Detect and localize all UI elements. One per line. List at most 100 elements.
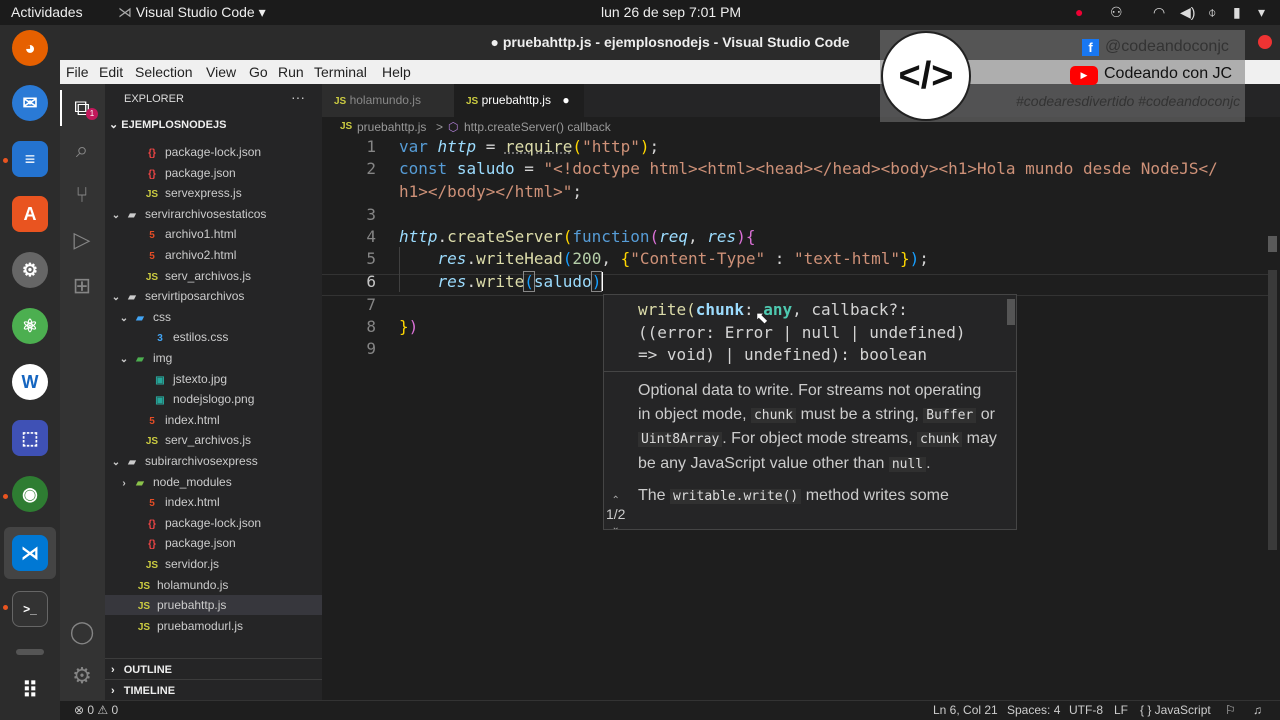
file-icon: ▣ — [155, 374, 165, 386]
popup-scrollbar[interactable] — [1007, 299, 1015, 325]
tree-item[interactable]: {} package-lock.json — [105, 142, 322, 162]
atom-icon[interactable]: ⚛ — [12, 308, 48, 344]
menu-file[interactable]: File — [66, 64, 89, 80]
tree-item[interactable]: ▣ jstexto.jpg — [105, 369, 322, 389]
tree-item-label: servidor.js — [165, 557, 220, 571]
screenshot-icon[interactable]: ⬚ — [12, 420, 48, 456]
encoding[interactable]: UTF-8 — [1069, 701, 1103, 720]
record-icon[interactable]: ● — [1075, 4, 1083, 20]
tree-item[interactable]: {} package-lock.json — [105, 513, 322, 533]
tree-item[interactable]: 5 archivo1.html — [105, 224, 322, 244]
menu-help[interactable]: Help — [382, 64, 411, 80]
window-close-icon[interactable] — [1258, 35, 1272, 49]
chevron-down-icon[interactable]: ⌄ — [606, 522, 625, 529]
terminal-icon[interactable]: >_ — [12, 591, 48, 627]
tree-item[interactable]: ▣ nodejslogo.png — [105, 389, 322, 409]
outline-section[interactable]: › OUTLINE — [105, 658, 322, 680]
problems-indicator[interactable]: ⊗ 0 ⚠ 0 — [74, 701, 118, 720]
tree-item[interactable]: JS holamundo.js — [105, 575, 322, 595]
manage-gear-icon[interactable]: ⚙ — [68, 662, 96, 690]
menu-edit[interactable]: Edit — [99, 64, 123, 80]
accounts-icon[interactable]: ◯ — [68, 618, 96, 646]
tree-item[interactable]: ⌄ ▰ subirarchivosexpress — [105, 451, 322, 471]
unsaved-dot-icon[interactable]: ● — [562, 93, 569, 107]
breadcrumb-separator: > — [436, 120, 444, 134]
run-debug-icon[interactable]: ▷ — [68, 226, 96, 254]
file-icon: JS — [137, 601, 151, 613]
menu-go[interactable]: Go — [249, 64, 268, 80]
wifi-icon[interactable]: ◠ — [1153, 4, 1165, 21]
settings-icon[interactable]: ⚙ — [12, 252, 48, 288]
tree-item[interactable]: 5 index.html — [105, 410, 322, 430]
overload-pager[interactable]: ⌃ 1/2 ⌄ — [606, 495, 625, 529]
breadcrumb-symbol[interactable]: http.createServer() callback — [464, 117, 611, 137]
indent-guide — [399, 247, 400, 292]
cursor-position[interactable]: Ln 6, Col 21 — [933, 701, 998, 720]
js-file-icon: JS — [334, 96, 347, 107]
file-icon: JS — [145, 189, 159, 201]
chrome-icon[interactable]: ◉ — [12, 476, 48, 512]
vscode-small-icon: ⋊ — [118, 4, 136, 20]
notifications-bell-icon[interactable]: ♫ — [1253, 701, 1262, 720]
trash-icon[interactable] — [16, 649, 44, 655]
menu-run[interactable]: Run — [278, 64, 304, 80]
source-control-icon[interactable]: ⑂ — [68, 181, 96, 209]
tree-item[interactable]: {} package.json — [105, 163, 322, 183]
thunderbird-icon[interactable]: ✉ — [12, 85, 48, 121]
tree-item[interactable]: JS servexpress.js — [105, 183, 322, 203]
indentation[interactable]: Spaces: 4 — [1007, 701, 1060, 720]
js-file-icon: JS — [340, 121, 353, 132]
tree-item[interactable]: ⌄ ▰ servirtiposarchivos — [105, 286, 322, 306]
tree-item[interactable]: JS pruebamodurl.js — [105, 616, 322, 636]
tree-item[interactable]: JS serv_archivos.js — [105, 430, 322, 450]
software-center-icon[interactable]: A — [12, 196, 48, 232]
search-icon[interactable]: ⌕ — [68, 136, 96, 164]
workspace-root[interactable]: ⌄ EJEMPLOSNODEJS — [109, 118, 226, 131]
microphone-icon[interactable]: ⌽ — [1208, 4, 1216, 21]
webstorm-icon[interactable]: W — [12, 364, 48, 400]
menu-selection[interactable]: Selection — [135, 64, 193, 80]
battery-icon[interactable]: ▮ — [1233, 4, 1241, 21]
app-menu[interactable]: ⋊ Visual Studio Code ▾ — [118, 4, 266, 21]
tree-item[interactable]: 3 estilos.css — [105, 327, 322, 347]
editor-scrollbar-thumb[interactable] — [1268, 236, 1277, 252]
more-actions-icon[interactable]: ··· — [291, 89, 305, 105]
tree-item[interactable]: JS pruebahttp.js — [105, 595, 322, 616]
show-apps-icon[interactable]: ⠿ — [12, 673, 48, 709]
chevron-up-icon[interactable]: ⌃ — [606, 495, 625, 506]
tree-item[interactable]: JS serv_archivos.js — [105, 266, 322, 286]
menu-view[interactable]: View — [206, 64, 236, 80]
tree-item-label: nodejslogo.png — [173, 392, 255, 407]
tree-item[interactable]: ⌄ ▰ img — [105, 348, 322, 368]
line-number: 2 — [366, 159, 376, 178]
feedback-icon[interactable]: ⚐ — [1225, 701, 1236, 720]
tree-item[interactable]: JS servidor.js — [105, 554, 322, 574]
activities-button[interactable]: Actividades — [11, 4, 83, 20]
tab-pruebahttp[interactable]: JS pruebahttp.js ● — [454, 84, 584, 117]
tree-item[interactable]: 5 index.html — [105, 492, 322, 512]
volume-icon[interactable]: ◀) — [1180, 4, 1195, 21]
accessibility-icon[interactable]: ⚇ — [1110, 4, 1123, 21]
system-menu-chevron-icon[interactable]: ▾ — [1258, 4, 1265, 21]
end-of-line[interactable]: LF — [1114, 701, 1128, 720]
firefox-icon[interactable]: ◕ — [12, 30, 48, 66]
menu-terminal[interactable]: Terminal — [314, 64, 367, 80]
vscode-icon[interactable]: ⋊ — [12, 535, 48, 571]
tree-item[interactable]: 5 archivo2.html — [105, 245, 322, 265]
timeline-section[interactable]: › TIMELINE — [105, 679, 322, 701]
tree-item[interactable]: ⌄ ▰ servirarchivosestaticos — [105, 204, 322, 224]
parameter-hint-popup[interactable]: write(chunk: any, callback?: ((error: Er… — [603, 294, 1017, 530]
tab-holamundo[interactable]: JS holamundo.js — [322, 84, 454, 117]
clock[interactable]: lun 26 de sep 7:01 PM — [601, 4, 741, 20]
tree-item[interactable]: › ▰ node_modules — [105, 472, 322, 492]
extensions-icon[interactable]: ⊞ — [68, 272, 96, 300]
language-mode[interactable]: { } JavaScript — [1140, 701, 1211, 720]
editor-scrollbar[interactable] — [1268, 270, 1277, 550]
tree-item[interactable]: {} package.json — [105, 533, 322, 553]
writer-icon[interactable]: ≡ — [12, 141, 48, 177]
breadcrumb-file[interactable]: pruebahttp.js — [357, 117, 426, 137]
tree-item[interactable]: ⌄ ▰ css — [105, 307, 322, 327]
doc-text: must be a string, — [800, 405, 919, 423]
signature: write(chunk: any, callback?: ((error: Er… — [638, 299, 1008, 367]
doc-code: null — [888, 456, 927, 472]
